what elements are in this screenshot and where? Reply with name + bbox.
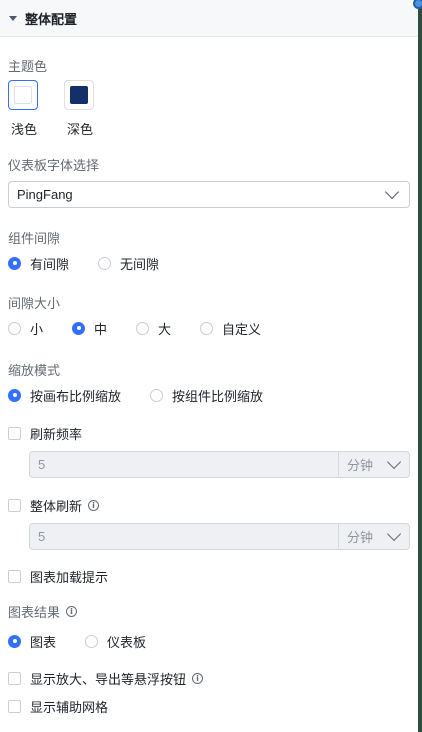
gap-size-radio-group: 小 中 大 自定义 [8, 319, 277, 337]
radio-label: 图表 [30, 634, 57, 650]
radio-dot [8, 321, 21, 335]
global-refresh-checkbox-row[interactable]: 整体刷新 i [8, 496, 100, 514]
radio-dot [8, 388, 21, 402]
radio-label: 按组件比例缩放 [172, 388, 264, 404]
radio-dot [136, 321, 150, 335]
spacing-label: 组件间隙 [8, 231, 61, 246]
radio-dot [85, 634, 99, 648]
radio-label: 自定义 [222, 321, 262, 337]
zoom-radio-group: 按画布比例缩放 按组件比例缩放 [8, 386, 279, 404]
panel-edge [418, 0, 422, 732]
radio-zoom-component[interactable]: 按组件比例缩放 [150, 386, 263, 405]
radio-result-dashboard[interactable]: 仪表板 [85, 632, 146, 651]
grid-checkbox-row[interactable]: 显示辅助网格 [8, 697, 108, 715]
refresh-interval-control: 5 分钟 [29, 451, 410, 478]
radio-dot [150, 388, 164, 402]
radio-result-chart[interactable]: 图表 [8, 632, 56, 651]
refresh-checkbox[interactable] [8, 426, 21, 440]
radio-dot [98, 256, 112, 270]
loading-hint-checkbox-row[interactable]: 图表加载提示 [8, 567, 108, 585]
global-refresh-checkbox[interactable] [8, 498, 21, 512]
chart-result-label: 图表结果 [8, 604, 61, 620]
radio-zoom-canvas[interactable]: 按画布比例缩放 [8, 386, 121, 405]
global-refresh-interval-input[interactable]: 5 [30, 529, 338, 544]
chevron-down-icon [386, 454, 402, 470]
radio-gap-large[interactable]: 大 [136, 319, 171, 338]
resize-handle[interactable] [413, 0, 422, 9]
radio-label: 有间隙 [30, 256, 70, 272]
font-select[interactable]: PingFang [8, 181, 410, 208]
radio-dot [200, 321, 214, 335]
zoom-label: 缩放模式 [8, 363, 61, 378]
chevron-down-icon [386, 526, 402, 542]
global-refresh-unit-select[interactable]: 分钟 [339, 526, 409, 546]
radio-no-gap[interactable]: 无间隙 [98, 254, 159, 273]
unit-label: 分钟 [347, 458, 374, 473]
refresh-interval-input[interactable]: 5 [30, 457, 338, 472]
grid-label: 显示辅助网格 [30, 699, 109, 715]
chart-result-radio-group: 图表 仪表板 [8, 632, 162, 650]
info-icon[interactable]: i [66, 605, 78, 617]
loading-hint-label: 图表加载提示 [30, 569, 109, 585]
unit-label: 分钟 [347, 530, 374, 545]
radio-label: 小 [30, 321, 44, 337]
font-select-value: PingFang [17, 187, 73, 202]
radio-label: 仪表板 [107, 634, 147, 650]
global-refresh-label: 整体刷新 [30, 498, 83, 514]
radio-gap-custom[interactable]: 自定义 [200, 319, 261, 338]
radio-dot [72, 321, 86, 335]
dark-color-chip [70, 86, 88, 104]
theme-light-swatch[interactable] [8, 80, 38, 110]
radio-label: 大 [158, 321, 172, 337]
chart-result-label-row: 图表结果 i [8, 602, 78, 620]
info-icon[interactable]: i [192, 672, 204, 684]
radio-gap-small[interactable]: 小 [8, 319, 43, 338]
float-buttons-checkbox-row[interactable]: 显示放大、导出等悬浮按钮 i [8, 669, 204, 687]
grid-checkbox[interactable] [8, 699, 21, 713]
radio-label: 中 [94, 321, 108, 337]
float-buttons-checkbox[interactable] [8, 671, 21, 685]
theme-light-label: 浅色 [11, 122, 38, 137]
radio-label: 按画布比例缩放 [30, 388, 122, 404]
global-refresh-interval-control: 5 分钟 [29, 523, 410, 550]
refresh-checkbox-row[interactable]: 刷新频率 [8, 424, 82, 442]
chevron-down-icon [384, 184, 400, 200]
section-title: 整体配置 [25, 11, 78, 27]
theme-label: 主题色 [8, 59, 48, 74]
light-color-chip [14, 86, 32, 104]
gap-size-label: 间隙大小 [8, 296, 61, 311]
font-label: 仪表板字体选择 [8, 158, 100, 173]
spacing-radio-group: 有间隙 无间隙 [8, 254, 175, 272]
radio-dot [8, 256, 21, 270]
theme-dark-swatch[interactable] [64, 80, 94, 110]
section-header[interactable]: 整体配置 [0, 0, 418, 37]
radio-with-gap[interactable]: 有间隙 [8, 254, 69, 273]
radio-gap-medium[interactable]: 中 [72, 319, 107, 338]
config-panel: 整体配置 主题色 浅色 深色 仪表板字体选择 PingFang 组件间隙 有间隙… [0, 0, 418, 732]
loading-hint-checkbox[interactable] [8, 569, 21, 583]
radio-dot [8, 634, 21, 648]
collapse-caret-icon[interactable] [9, 15, 17, 21]
float-buttons-label: 显示放大、导出等悬浮按钮 [30, 671, 187, 687]
refresh-unit-select[interactable]: 分钟 [339, 454, 409, 474]
info-icon[interactable]: i [88, 499, 100, 511]
radio-label: 无间隙 [120, 256, 160, 272]
refresh-label: 刷新频率 [30, 426, 83, 442]
theme-dark-label: 深色 [67, 122, 94, 137]
